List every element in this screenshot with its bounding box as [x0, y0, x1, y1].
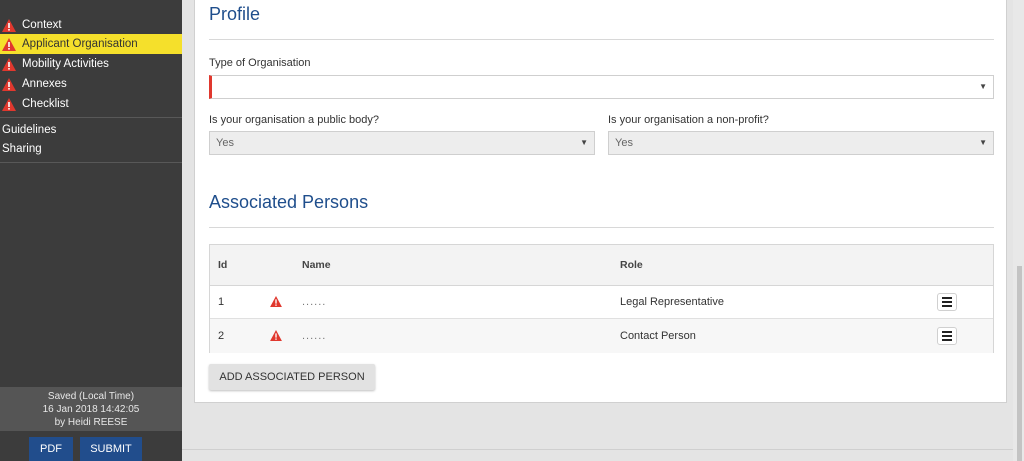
row-id: 1 [218, 296, 225, 308]
hamburger-menu-icon [942, 335, 952, 337]
select-value: Yes [216, 137, 234, 149]
nav-item-context[interactable]: Context [0, 15, 182, 35]
row-menu-button[interactable] [937, 293, 957, 311]
row-role: Contact Person [620, 330, 696, 342]
row-role: Legal Representative [620, 296, 724, 308]
hamburger-menu-icon [942, 331, 952, 333]
hamburger-menu-icon [942, 301, 952, 303]
warning-triangle-icon [2, 18, 16, 32]
nav-item-label: Mobility Activities [22, 58, 109, 70]
caret-down-icon: ▼ [580, 138, 588, 147]
non-profit-label: Is your organisation a non-profit? [608, 114, 769, 126]
select-value: Yes [615, 137, 633, 149]
associated-persons-title: Associated Persons [209, 192, 369, 212]
type-of-organisation-select[interactable]: ▼ [209, 75, 994, 99]
nav-item-label: Guidelines [2, 124, 57, 136]
column-header-name: Name [302, 259, 331, 271]
footer-divider [182, 449, 1013, 450]
section-divider [209, 39, 994, 40]
sidebar-divider [0, 162, 182, 163]
type-of-organisation-label: Type of Organisation [209, 57, 311, 69]
row-name: ...... [302, 296, 327, 308]
table-row[interactable]: 1 ...... Legal Representative [210, 285, 993, 319]
column-header-role: Role [620, 259, 643, 271]
sidebar: Context Applicant Organisation Mobility … [0, 0, 182, 461]
hamburger-menu-icon [942, 305, 952, 307]
associated-persons-table: Id Name Role 1 ...... Legal Representati… [209, 244, 994, 353]
nav-item-label: Annexes [22, 78, 67, 90]
sidebar-divider [0, 117, 182, 118]
nav-item-annexes[interactable]: Annexes [0, 74, 182, 94]
nav-item-label: Sharing [2, 143, 42, 155]
row-id: 2 [218, 330, 225, 342]
add-associated-person-button[interactable]: ADD ASSOCIATED PERSON [209, 364, 375, 390]
table-header: Id Name Role [210, 245, 993, 286]
non-profit-select[interactable]: Yes ▼ [608, 131, 994, 155]
row-name: ...... [302, 330, 327, 342]
nav-item-applicant-organisation[interactable]: Applicant Organisation [0, 34, 182, 54]
profile-title: Profile [209, 4, 261, 24]
saved-timestamp: 16 Jan 2018 14:42:05 [42, 404, 140, 415]
section-divider [209, 227, 994, 228]
public-body-label: Is your organisation a public body? [209, 114, 379, 126]
warning-triangle-icon [270, 296, 282, 307]
caret-down-icon: ▼ [979, 138, 987, 147]
nav-item-checklist[interactable]: Checklist [0, 94, 182, 114]
nav-item-mobility-activities[interactable]: Mobility Activities [0, 54, 182, 74]
saved-by: by Heidi REESE [54, 417, 128, 428]
warning-triangle-icon [2, 37, 16, 51]
warning-triangle-icon [2, 77, 16, 91]
nav-item-guidelines[interactable]: Guidelines [0, 120, 184, 140]
hamburger-menu-icon [942, 339, 952, 341]
main-panel: Profile Type of Organisation ▼ Is your o… [194, 0, 1007, 403]
column-header-id: Id [218, 259, 228, 271]
table-row[interactable]: 2 ...... Contact Person [210, 319, 993, 353]
nav-item-label: Applicant Organisation [22, 38, 138, 50]
nav-item-sharing[interactable]: Sharing [0, 139, 184, 159]
caret-down-icon: ▼ [979, 82, 987, 91]
warning-triangle-icon [2, 57, 16, 71]
scrollbar-thumb[interactable] [1017, 266, 1022, 461]
warning-triangle-icon [2, 97, 16, 111]
saved-status: Saved (Local Time) 16 Jan 2018 14:42:05 … [0, 387, 182, 431]
hamburger-menu-icon [942, 297, 952, 299]
nav-item-label: Checklist [22, 98, 69, 110]
nav-item-label: Context [22, 19, 62, 31]
submit-button[interactable]: SUBMIT [80, 437, 142, 461]
pdf-button[interactable]: PDF [29, 437, 73, 461]
saved-label: Saved (Local Time) [47, 391, 135, 402]
public-body-select[interactable]: Yes ▼ [209, 131, 595, 155]
warning-triangle-icon [270, 330, 282, 341]
row-menu-button[interactable] [937, 327, 957, 345]
